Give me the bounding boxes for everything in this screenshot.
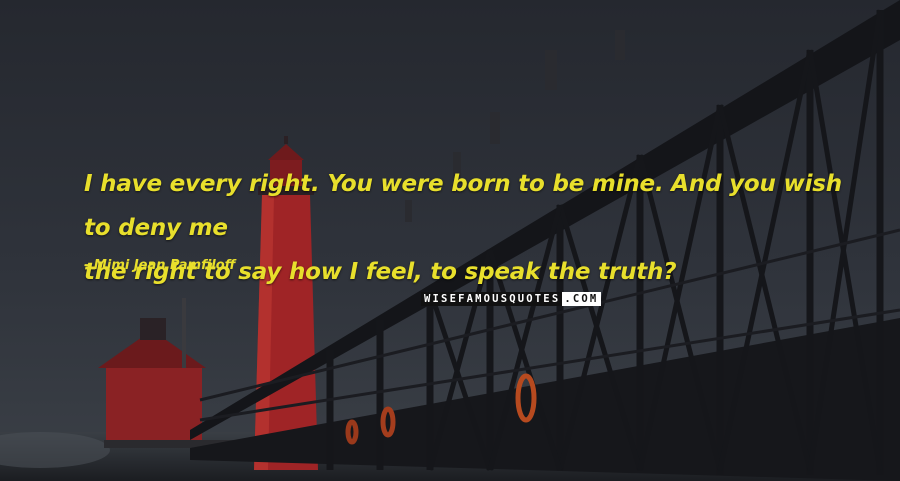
logo-domain: .COM — [562, 292, 602, 306]
quote-line-1: I have every right. You were born to be … — [84, 171, 842, 241]
logo-wordmark: WISEFAMOUSQUOTES — [421, 292, 563, 306]
quote-author: - Mimi Jean Pamfiloff — [84, 258, 236, 273]
wisefamousquotes-logo: WISEFAMOUSQUOTES .COM — [421, 292, 602, 306]
quote-text: I have every right. You were born to be … — [84, 162, 844, 294]
quote-image: I have every right. You were born to be … — [0, 0, 900, 481]
